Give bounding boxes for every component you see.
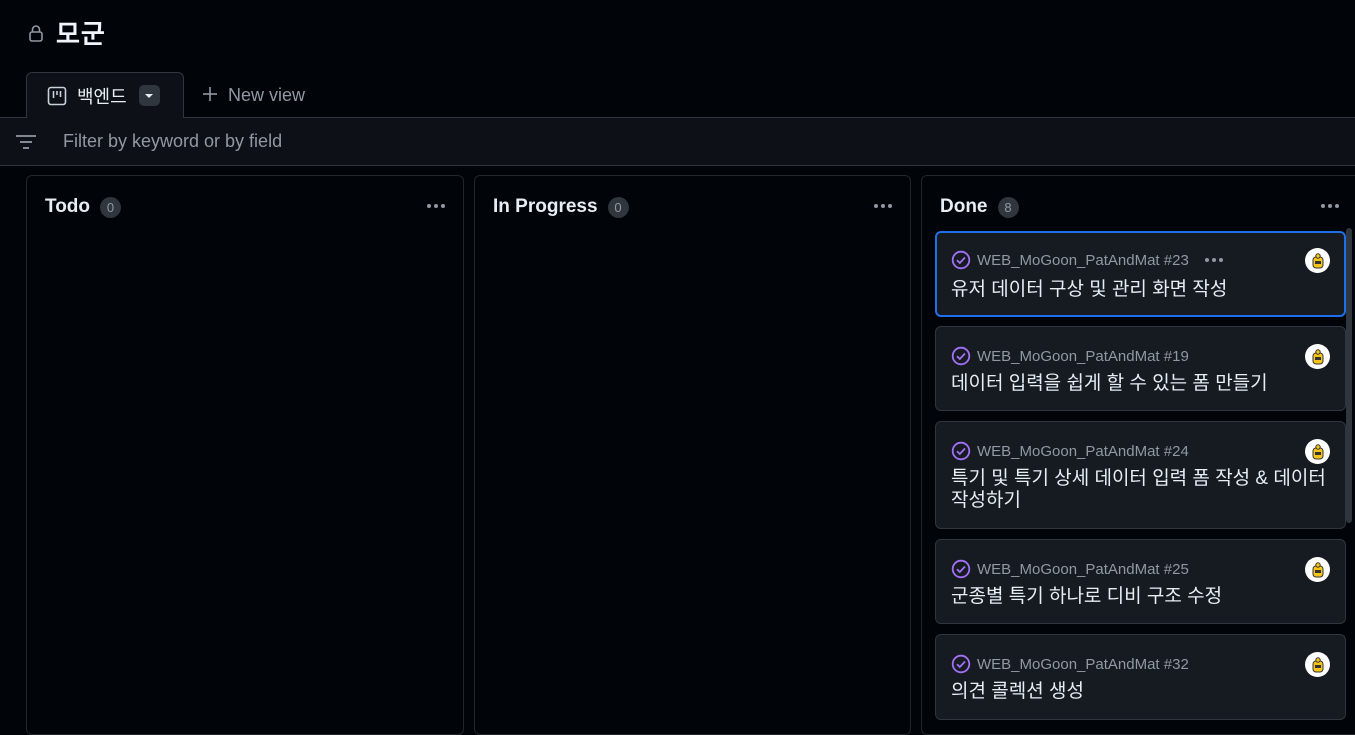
card-title[interactable]: 특기 및 특기 상세 데이터 입력 폼 작성 & 데이터 작성하기: [951, 468, 1331, 512]
card-title[interactable]: 유저 데이터 구상 및 관리 화면 작성: [951, 279, 1331, 301]
filter-icon[interactable]: [15, 133, 39, 151]
column-count-badge: 0: [100, 196, 122, 218]
card-meta: WEB_MoGoon_PatAndMat #24: [951, 441, 1189, 461]
column-todo: Todo 0: [26, 175, 464, 735]
title-row: 모군: [26, 14, 106, 51]
card-repo: WEB_MoGoon_PatAndMat #23: [977, 251, 1189, 269]
view-tabs: 백엔드 New view: [26, 72, 305, 118]
chevron-down-icon[interactable]: [138, 85, 160, 106]
card-title[interactable]: 의견 콜렉션 생성: [951, 681, 1331, 703]
issue-closed-icon: [951, 559, 971, 579]
card-title[interactable]: 데이터 입력을 쉽게 할 수 있는 폼 만들기: [951, 373, 1331, 395]
card-repo: WEB_MoGoon_PatAndMat #32: [977, 655, 1189, 673]
tab-backend[interactable]: 백엔드: [26, 72, 184, 118]
column-menu-button[interactable]: [1315, 194, 1345, 218]
project-title: 모군: [56, 19, 106, 49]
card-meta: WEB_MoGoon_PatAndMat #19: [951, 346, 1189, 366]
issue-closed-icon: [951, 654, 971, 674]
card-repo: WEB_MoGoon_PatAndMat #25: [977, 560, 1189, 578]
tab-label: 백엔드: [77, 86, 127, 107]
issue-card[interactable]: WEB_MoGoon_PatAndMat #25 군종별 특기 하나로 디비 구…: [935, 539, 1346, 624]
card-meta: WEB_MoGoon_PatAndMat #32: [951, 654, 1189, 674]
issue-closed-icon: [951, 441, 971, 461]
avatar[interactable]: [1305, 557, 1330, 582]
column-scrollbar[interactable]: [1346, 228, 1352, 523]
issue-closed-icon: [951, 346, 971, 366]
issue-card[interactable]: WEB_MoGoon_PatAndMat #24 특기 및 특기 상세 데이터 …: [935, 421, 1346, 529]
issue-closed-icon: [951, 250, 971, 270]
column-header: Done 8: [940, 196, 1019, 218]
card-meta: WEB_MoGoon_PatAndMat #25: [951, 559, 1189, 579]
column-menu-button[interactable]: [868, 194, 898, 218]
lock-icon: [26, 22, 46, 44]
column-done: Done 8 WEB_MoGoon_PatAndMat #23 유저 데이터 구…: [921, 175, 1355, 735]
project-header: 모군 백엔드 New view: [0, 0, 1355, 118]
issue-card[interactable]: WEB_MoGoon_PatAndMat #19 데이터 입력을 쉽게 할 수 …: [935, 326, 1346, 411]
issue-card[interactable]: WEB_MoGoon_PatAndMat #32 의견 콜렉션 생성: [935, 634, 1346, 720]
plus-icon: [202, 83, 218, 107]
card-menu-button[interactable]: [1204, 258, 1223, 262]
new-view-label: New view: [228, 84, 306, 105]
column-name: Todo: [45, 196, 91, 217]
filter-bar: [0, 117, 1355, 166]
column-name: In Progress: [493, 196, 598, 217]
column-header: Todo 0: [45, 196, 122, 218]
column-count-badge: 0: [607, 196, 629, 218]
board-icon: [46, 85, 67, 106]
avatar[interactable]: [1305, 344, 1330, 369]
column-menu-button[interactable]: [421, 194, 451, 218]
new-view-button[interactable]: New view: [184, 72, 305, 118]
avatar[interactable]: [1305, 652, 1330, 677]
filter-input[interactable]: [63, 131, 663, 152]
column-count-badge: 8: [997, 196, 1019, 218]
avatar[interactable]: [1305, 248, 1330, 273]
issue-card[interactable]: WEB_MoGoon_PatAndMat #23 유저 데이터 구상 및 관리 …: [935, 231, 1346, 317]
card-title[interactable]: 군종별 특기 하나로 디비 구조 수정: [951, 586, 1331, 608]
column-header: In Progress 0: [493, 196, 629, 218]
card-repo: WEB_MoGoon_PatAndMat #19: [977, 347, 1189, 365]
card-meta: WEB_MoGoon_PatAndMat #23: [951, 250, 1223, 270]
column-name: Done: [940, 196, 988, 217]
avatar[interactable]: [1305, 439, 1330, 464]
card-repo: WEB_MoGoon_PatAndMat #24: [977, 442, 1189, 460]
board: Todo 0 In Progress 0 Done 8 WEB_MoGoon_P…: [0, 166, 1355, 735]
column-in-progress: In Progress 0: [474, 175, 911, 735]
